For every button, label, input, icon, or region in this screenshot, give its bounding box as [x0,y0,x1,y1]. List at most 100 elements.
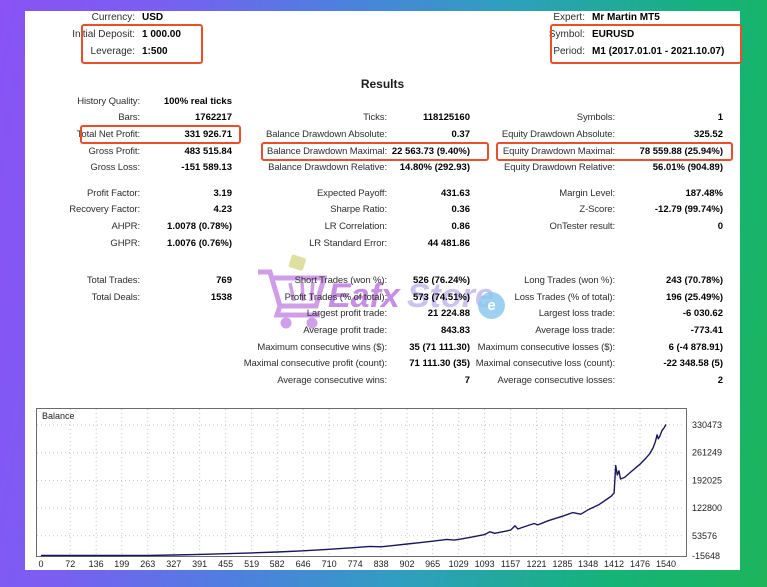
stat-value: 1.0076 (0.76%) [140,238,232,249]
stat-row: Bars:1762217Ticks:118125160Symbols:1 [25,110,740,127]
stat-value: 196 (25.49%) [615,292,723,303]
stat-row: Maximal consecutive profit (count):71 11… [25,355,740,372]
stat-value: 71 111.30 (35) [387,358,470,369]
chart-tick-label: 199 [114,559,129,569]
header-group-left: Currency:USDInitial Deposit:1 000.00Leve… [25,9,181,60]
chart-tick-label: 455 [218,559,233,569]
chart-tick-label: 192025 [692,475,722,485]
stat-label: Maximum consecutive wins ($): [232,342,387,353]
stat-label: Maximal consecutive profit (count): [232,358,387,369]
chart-tick-label: 902 [400,559,415,569]
stat-value: 6 (-4 878.91) [615,342,723,353]
stat-value: 0 [615,221,723,232]
stat-label: GHPR: [25,238,140,249]
stat-value: 22 563.73 (9.40%) [387,146,470,157]
stat-row: Gross Profit:483 515.84Balance Drawdown … [25,143,740,160]
chart-tick-label: 1221 [527,559,547,569]
chart-tick-label: 263 [140,559,155,569]
chart-tick-label: 0 [38,559,43,569]
stat-value: 1.0078 (0.78%) [140,221,232,232]
stat-label: Expected Payoff: [232,188,387,199]
stat-label: Gross Profit: [25,146,140,157]
stat-label: Recovery Factor: [25,204,140,215]
stat-row: AHPR:1.0078 (0.78%)LR Correlation:0.86On… [25,218,740,235]
chart-tick-label: 122800 [692,503,722,513]
stat-row: Largest profit trade:21 224.88Largest lo… [25,306,740,323]
stat-value: 14.80% (292.93) [387,162,470,173]
stat-label: Sharpe Ratio: [232,204,387,215]
stat-label: Equity Drawdown Maximal: [470,146,615,157]
stat-value: 769 [140,275,232,286]
stat-value: 4.23 [140,204,232,215]
stat-label: LR Correlation: [232,221,387,232]
stat-label: AHPR: [25,221,140,232]
stats-table: History Quality:100% real ticksBars:1762… [25,93,740,389]
chart-tick-label: 1348 [578,559,598,569]
chart-tick-label: 710 [322,559,337,569]
stat-value: -12.79 (99.74%) [615,204,723,215]
stat-label: Equity Drawdown Absolute: [470,129,615,140]
stat-value: 843.83 [387,325,470,336]
row-spacer [25,176,740,185]
chart-tick-label: 965 [425,559,440,569]
stat-value: 325.52 [615,129,723,140]
stat-row: Total Net Profit:331 926.71Balance Drawd… [25,126,740,143]
header-label: Leverage: [25,46,135,57]
chart-tick-label: 582 [270,559,285,569]
balance-chart: Balance072136199263327391455519582646710… [36,408,751,576]
stat-label: Largest loss trade: [470,308,615,319]
stat-label: Ticks: [232,112,387,123]
stat-label: Average profit trade: [232,325,387,336]
stat-row: Maximum consecutive wins ($):35 (71 111.… [25,339,740,356]
chart-tick-label: 330473 [692,420,722,430]
chart-tick-label: 1476 [630,559,650,569]
stat-row: Average profit trade:843.83Average loss … [25,322,740,339]
chart-tick-label: -15648 [692,551,720,561]
header-value: EURUSD [592,29,634,40]
header-row: Symbol:EURUSD [425,26,724,43]
stat-value: 7 [387,375,470,386]
header-row: Leverage:1:500 [25,43,181,60]
chart-tick-label: 1540 [656,559,676,569]
stat-row: Average consecutive wins:7Average consec… [25,372,740,389]
chart-tick-label: 1157 [501,559,520,569]
stat-value: -773.41 [615,325,723,336]
stat-value: 118125160 [387,112,470,123]
header-label: Currency: [25,12,135,23]
stat-label: Loss Trades (% of total): [470,292,615,303]
stat-value: 483 515.84 [140,146,232,157]
header-value: Mr Martin MT5 [592,12,660,23]
stat-value: 0.37 [387,129,470,140]
stat-value: 431.63 [387,188,470,199]
stat-row: GHPR:1.0076 (0.76%)LR Standard Error:44 … [25,235,740,252]
stat-label: Average consecutive wins: [232,375,387,386]
stat-label: Balance Drawdown Maximal: [232,146,387,157]
stat-label: Z-Score: [470,204,615,215]
chart-tick-label: 646 [296,559,311,569]
stat-label: Margin Level: [470,188,615,199]
stat-row: Total Trades:769Short Trades (won %):526… [25,272,740,289]
stat-value: 21 224.88 [387,308,470,319]
stat-label: Long Trades (won %): [470,275,615,286]
stat-label: Profit Trades (% of total): [232,292,387,303]
stat-value: 243 (70.78%) [615,275,723,286]
stat-label: Largest profit trade: [232,308,387,319]
stat-value: 100% real ticks [140,96,232,107]
chart-legend-balance: Balance [42,411,75,421]
stat-label: Equity Drawdown Relative: [470,162,615,173]
stat-label: Maximal consecutive loss (count): [470,358,615,369]
chart-tick-label: 838 [374,559,389,569]
stat-value: 0.36 [387,204,470,215]
chart-tick-label: 1285 [552,559,572,569]
stat-label: Total Trades: [25,275,140,286]
header-label: Initial Deposit: [25,29,135,40]
balance-chart-svg: Balance072136199263327391455519582646710… [36,408,751,571]
header-value: USD [142,12,163,23]
chart-tick-label: 1412 [604,559,624,569]
stat-label: Bars: [25,112,140,123]
stat-value: 3.19 [140,188,232,199]
results-title: Results [25,77,740,91]
stat-label: Maximum consecutive losses ($): [470,342,615,353]
stat-value: 187.48% [615,188,723,199]
stat-value: 1762217 [140,112,232,123]
